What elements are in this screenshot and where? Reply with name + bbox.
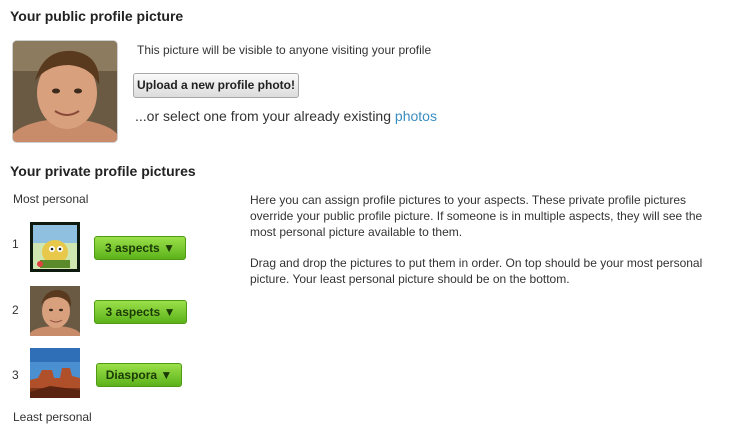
public-visibility-note: This picture will be visible to anyone v… — [137, 43, 432, 57]
most-personal-label: Most personal — [13, 192, 89, 206]
row-number-2: 2 — [12, 303, 19, 317]
private-pictures-help-2: Drag and drop the pictures to put them i… — [250, 256, 703, 286]
upload-profile-photo-button[interactable]: Upload a new profile photo! — [133, 73, 299, 98]
public-avatar — [12, 40, 118, 143]
aspect-selector-2[interactable]: 3 aspects ▼ — [94, 300, 187, 324]
photos-link[interactable]: photos — [395, 108, 437, 124]
private-picture-2[interactable] — [30, 286, 80, 336]
private-picture-3[interactable] — [30, 348, 80, 398]
least-personal-label: Least personal — [13, 410, 92, 424]
aspect-selector-1[interactable]: 3 aspects ▼ — [94, 236, 186, 260]
row-number-1: 1 — [12, 237, 19, 251]
private-profile-heading: Your private profile pictures — [10, 163, 196, 179]
select-existing-prefix: ...or select one from your already exist… — [135, 108, 395, 124]
row-number-3: 3 — [12, 368, 19, 382]
public-profile-heading: Your public profile picture — [10, 8, 184, 24]
aspect-selector-3[interactable]: Diaspora ▼ — [96, 363, 182, 387]
private-pictures-help-1: Here you can assign profile pictures to … — [250, 193, 703, 239]
private-picture-1[interactable] — [30, 222, 80, 272]
select-existing-text: ...or select one from your already exist… — [135, 108, 437, 124]
